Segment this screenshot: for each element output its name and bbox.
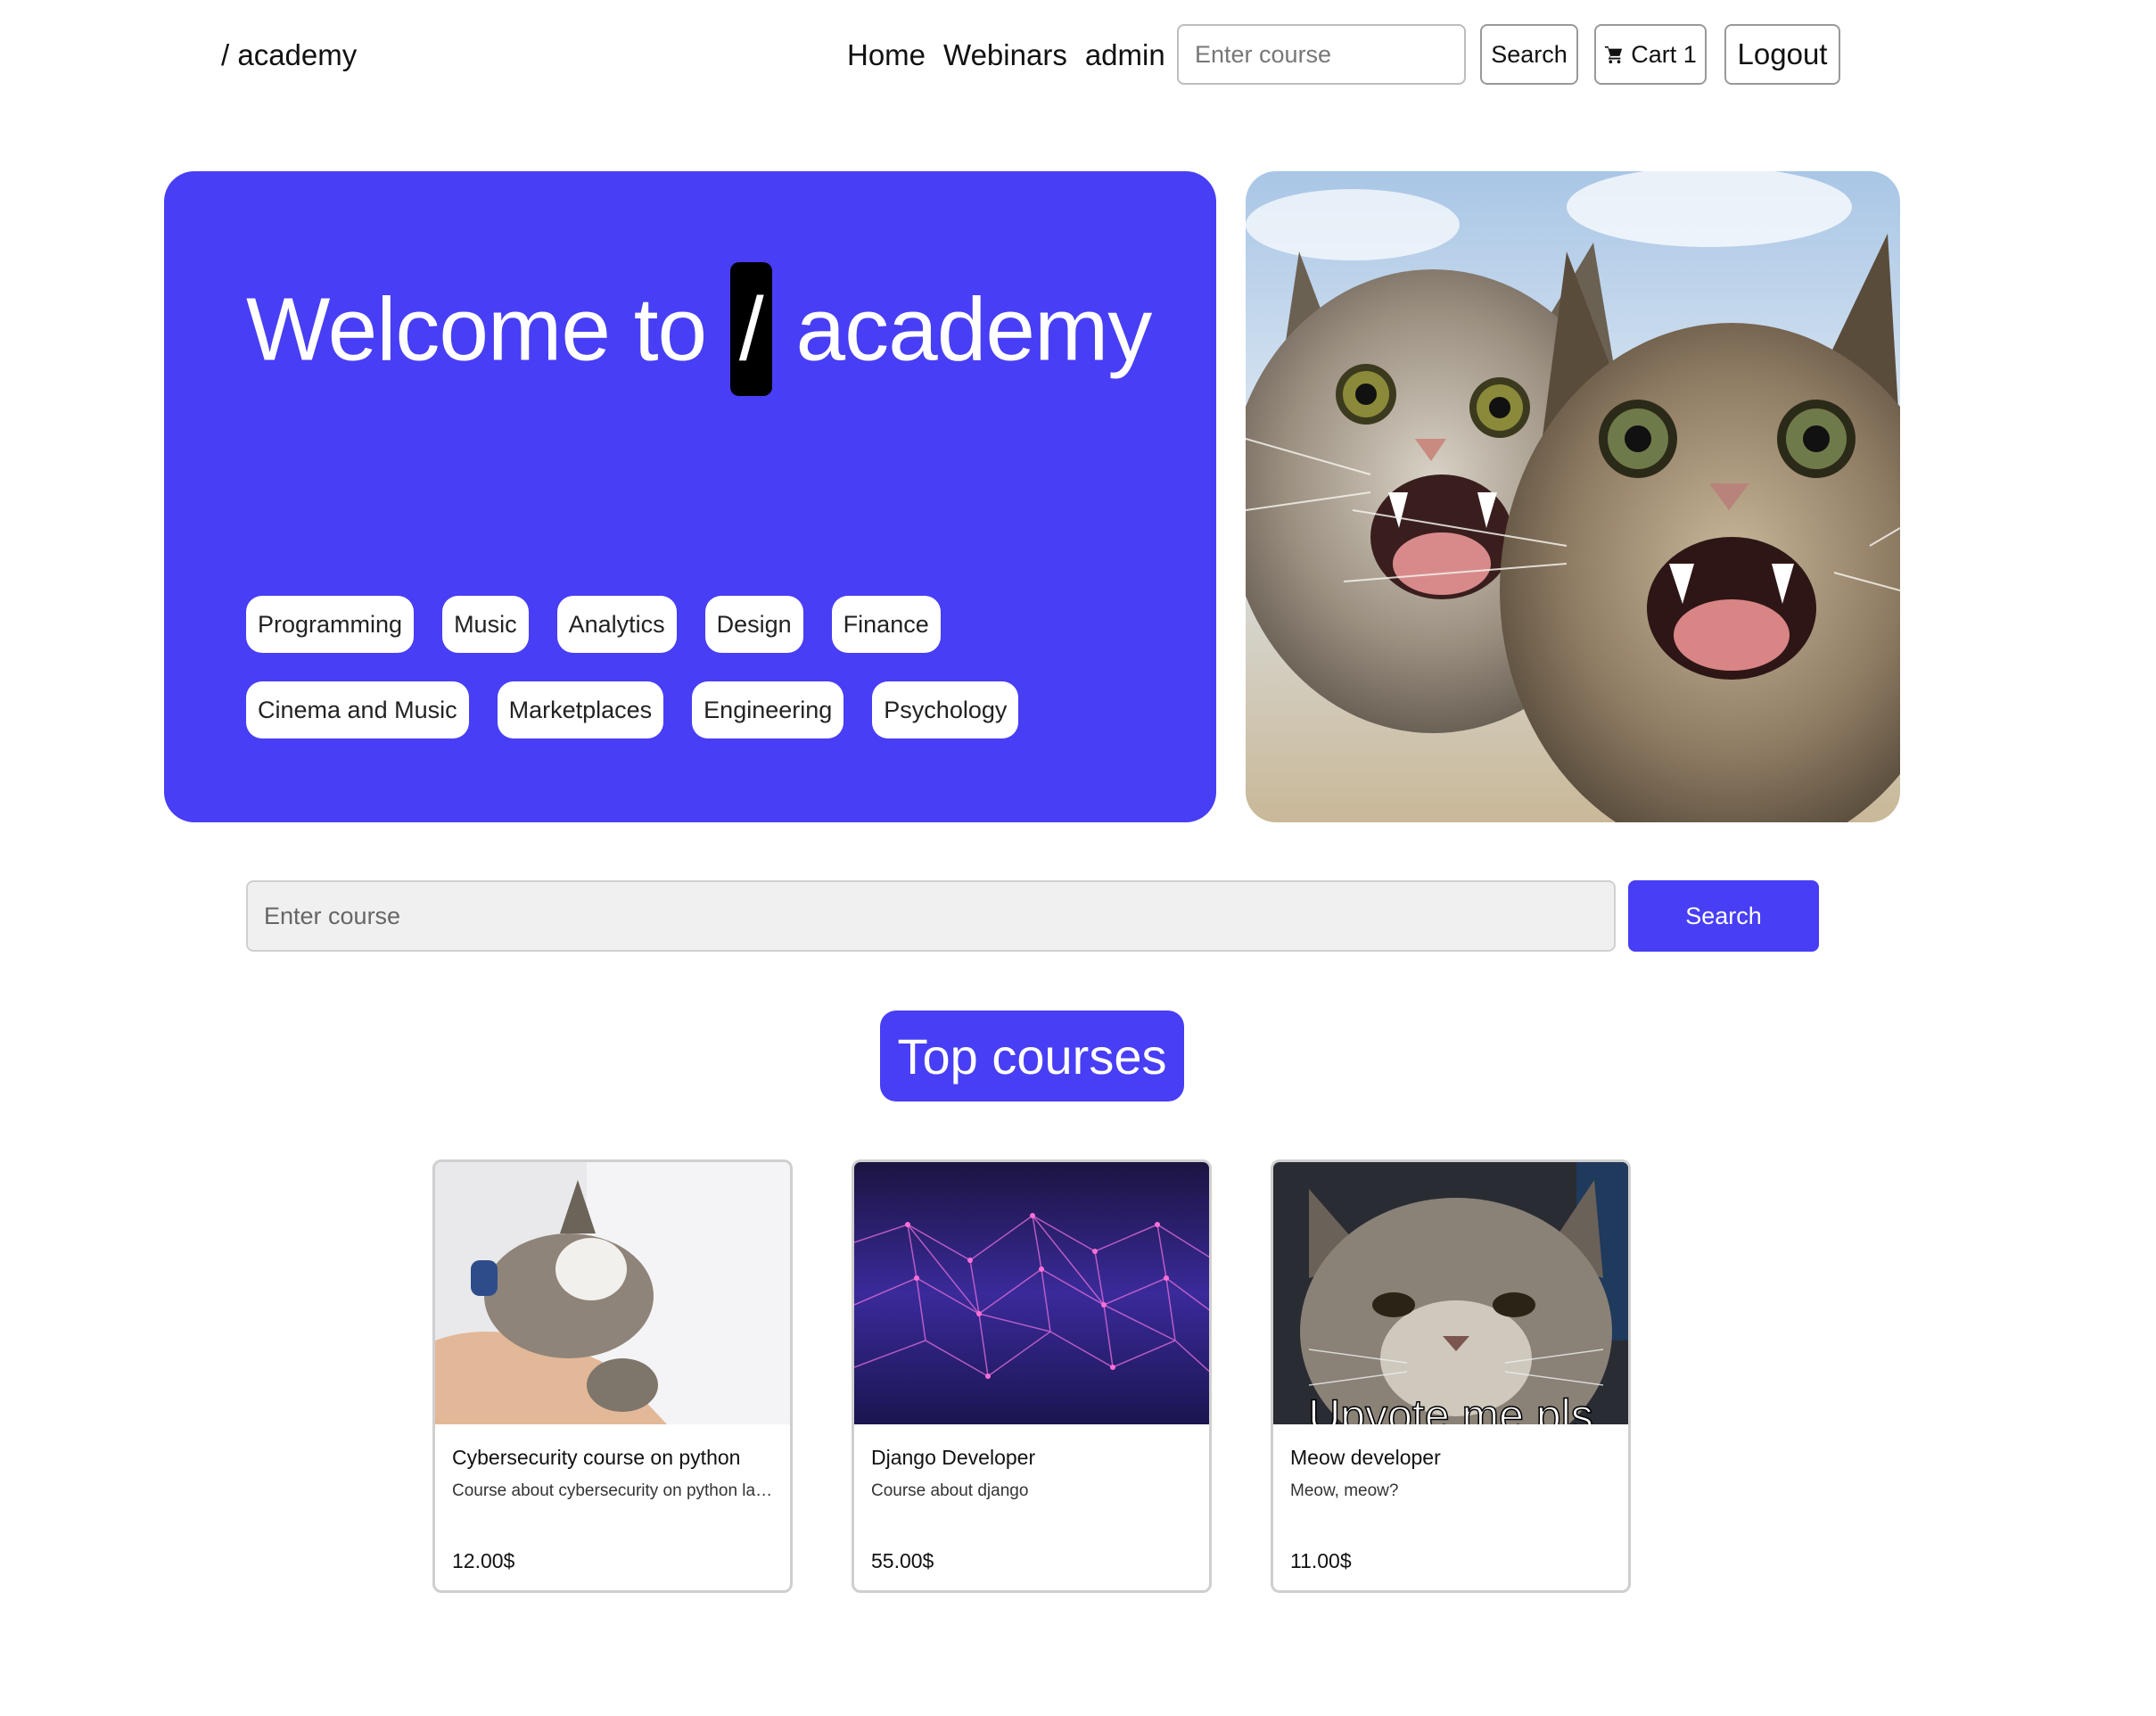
hero-title: Welcome to / academy	[246, 262, 1152, 403]
hero-banner: Welcome to / academy Programming Music A…	[164, 171, 1216, 822]
course-description: Meow, meow?	[1290, 1481, 1399, 1500]
tag-cinema-and-music[interactable]: Cinema and Music	[246, 681, 469, 738]
course-image-django	[854, 1162, 1209, 1424]
nav-search-input[interactable]	[1177, 24, 1466, 85]
hero-title-start: Welcome to	[246, 279, 730, 380]
tag-psychology[interactable]: Psychology	[872, 681, 1019, 738]
category-tags-row-2: Cinema and Music Marketplaces Engineerin…	[246, 681, 1049, 738]
nav-search-button[interactable]: Search	[1480, 24, 1578, 85]
tag-finance[interactable]: Finance	[831, 596, 941, 653]
tag-engineering[interactable]: Engineering	[692, 681, 844, 738]
course-search-input[interactable]	[246, 880, 1616, 952]
course-description: Course about django	[871, 1481, 1029, 1500]
course-card-django[interactable]: Django Developer Course about django 55.…	[852, 1159, 1212, 1593]
tag-music[interactable]: Music	[442, 596, 529, 653]
cart-icon	[1605, 45, 1623, 64]
logout-button[interactable]: Logout	[1724, 24, 1840, 85]
nav-links: Home Webinars admin	[847, 36, 1165, 75]
course-card-cybersecurity[interactable]: Cybersecurity course on python Course ab…	[432, 1159, 793, 1593]
course-title: Cybersecurity course on python	[452, 1446, 741, 1469]
brand-logo[interactable]: / academy	[221, 36, 357, 75]
course-title: Meow developer	[1290, 1446, 1441, 1469]
nav-link-admin[interactable]: admin	[1085, 36, 1165, 75]
course-description: Course about cybersecurity on python lan…	[452, 1481, 775, 1500]
cart-button[interactable]: Cart 1	[1594, 24, 1707, 85]
course-image-cybersecurity	[435, 1162, 790, 1424]
course-price: 11.00$	[1290, 1549, 1352, 1572]
course-image-meow: Upvote me pls	[1273, 1162, 1628, 1424]
tag-marketplaces[interactable]: Marketplaces	[497, 681, 664, 738]
tag-analytics[interactable]: Analytics	[556, 596, 677, 653]
nav-link-home[interactable]: Home	[847, 36, 926, 75]
tag-design[interactable]: Design	[704, 596, 803, 653]
nav-link-webinars[interactable]: Webinars	[943, 36, 1067, 75]
course-price: 12.00$	[452, 1549, 515, 1572]
meme-caption: Upvote me pls	[1307, 1390, 1593, 1424]
hero-title-end: academy	[771, 279, 1152, 380]
cart-label: Cart 1	[1631, 40, 1697, 68]
course-price: 55.00$	[871, 1549, 934, 1572]
course-search-button[interactable]: Search	[1628, 880, 1819, 952]
top-courses-heading: Top courses	[880, 1011, 1184, 1101]
hero-cats-image	[1246, 171, 1900, 822]
hero-title-slash: /	[729, 262, 772, 396]
category-tags: Programming Music Analytics Design Finan…	[246, 596, 1049, 767]
tag-programming[interactable]: Programming	[246, 596, 415, 653]
cats-illustration	[1246, 171, 1900, 822]
course-card-meow[interactable]: Upvote me pls Meow developer Meow, meow?…	[1271, 1159, 1631, 1593]
category-tags-row-1: Programming Music Analytics Design Finan…	[246, 596, 1049, 653]
course-title: Django Developer	[871, 1446, 1036, 1469]
